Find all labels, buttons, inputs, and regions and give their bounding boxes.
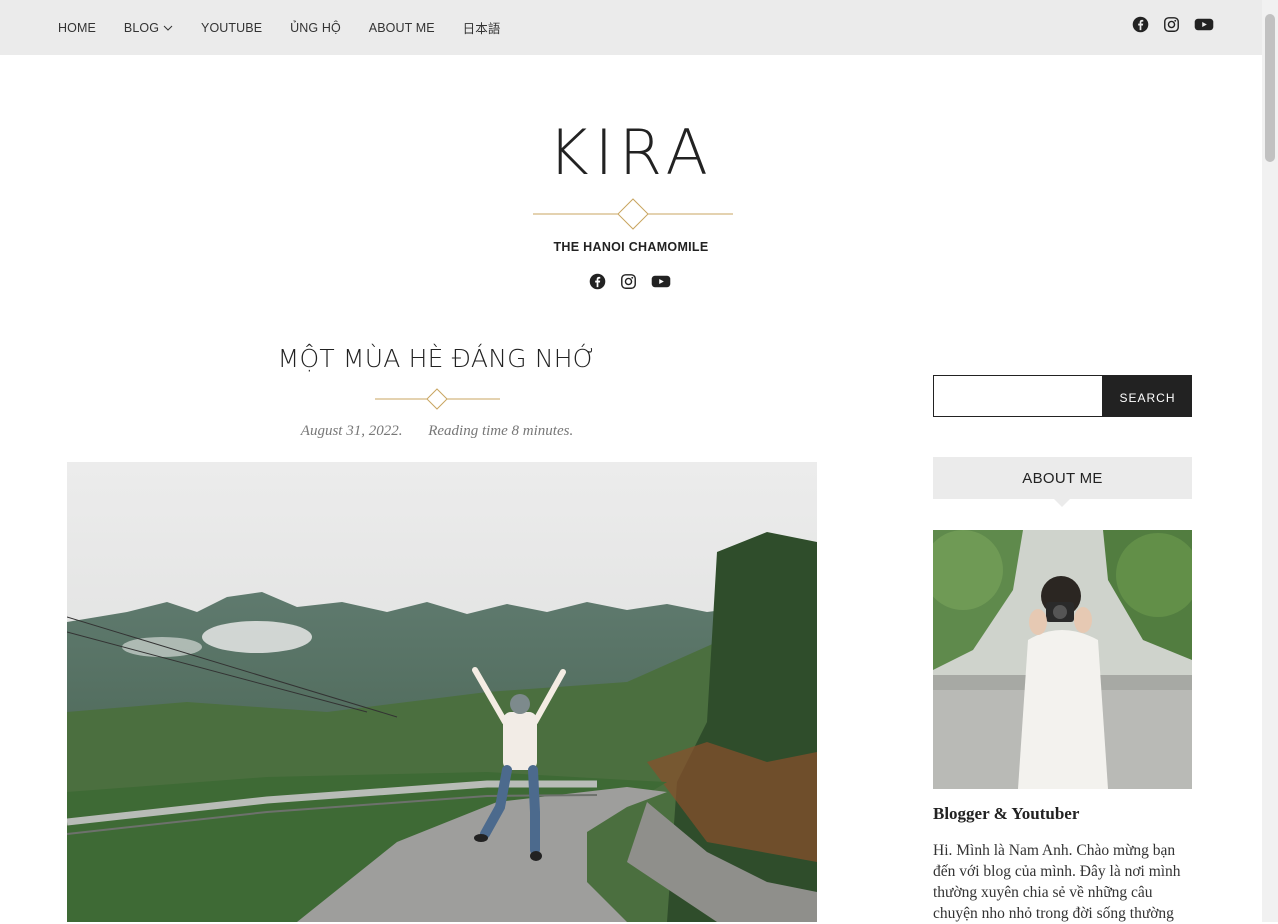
- youtube-icon[interactable]: [651, 273, 671, 290]
- nav-item-label: BLOG: [123, 20, 160, 35]
- about-me-bio: Hi. Mình là Nam Anh. Chào mừng bạn đến v…: [933, 842, 1181, 922]
- search-form: SEARCH: [933, 375, 1192, 417]
- nav-item-label: ỦNG HỘ: [290, 20, 341, 35]
- about-me-heading-label: ABOUT ME: [1022, 470, 1103, 487]
- heading-notch: [1054, 499, 1070, 507]
- nav-item-blog[interactable]: BLOG: [124, 21, 173, 35]
- top-social-links: [1132, 16, 1214, 33]
- post-meta: August 31, 2022. Reading time 8 minutes.: [67, 423, 807, 440]
- mountain-road-photo: [67, 462, 817, 922]
- nav-item-label: HOME: [58, 20, 96, 35]
- nav-item-label: YOUTUBE: [201, 20, 263, 35]
- nav-item-label: ABOUT ME: [368, 20, 435, 35]
- nav-item-youtube[interactable]: YOUTUBE: [201, 21, 262, 35]
- site-title[interactable]: KIRA: [0, 116, 1262, 189]
- nav-item-home[interactable]: HOME: [58, 21, 96, 35]
- blogger-with-camera-photo: [933, 530, 1192, 789]
- title-divider-diamond: [533, 198, 733, 230]
- nav-item-label: 日本語: [462, 22, 501, 36]
- page-scrollbar[interactable]: [1262, 0, 1278, 922]
- nav-item-japanese[interactable]: 日本語: [463, 18, 501, 37]
- site-tagline: THE HANOI CHAMOMILE: [553, 240, 709, 254]
- about-me-widget-heading: ABOUT ME: [933, 457, 1192, 507]
- chevron-down-icon: [163, 25, 173, 31]
- top-navigation-bar: HOME BLOG YOUTUBE ỦNG HỘ ABOUT ME 日本語: [0, 0, 1262, 55]
- post-title[interactable]: MỘT MÙA HÈ ĐÁNG NHỚ: [67, 344, 807, 373]
- instagram-icon[interactable]: [620, 273, 637, 290]
- facebook-icon[interactable]: [589, 273, 606, 290]
- search-button[interactable]: SEARCH: [1103, 375, 1192, 417]
- facebook-icon[interactable]: [1132, 16, 1149, 33]
- youtube-icon[interactable]: [1194, 16, 1214, 33]
- post-hero-image[interactable]: [67, 462, 817, 922]
- post-date: August 31, 2022.: [300, 423, 403, 439]
- nav-item-ung-ho[interactable]: ỦNG HỘ: [290, 21, 341, 35]
- header-social-links: [589, 273, 671, 290]
- about-me-photo[interactable]: [933, 530, 1192, 789]
- main-menu: HOME BLOG YOUTUBE ỦNG HỘ ABOUT ME 日本語: [58, 0, 528, 55]
- nav-item-about-me[interactable]: ABOUT ME: [369, 21, 435, 35]
- post-reading-time: Reading time 8 minutes.: [428, 423, 574, 439]
- instagram-icon[interactable]: [1163, 16, 1180, 33]
- post-divider-diamond: [375, 388, 500, 410]
- about-me-name: Blogger & Youtuber: [933, 804, 1080, 823]
- scrollbar-thumb[interactable]: [1265, 14, 1275, 162]
- search-input[interactable]: [933, 375, 1103, 417]
